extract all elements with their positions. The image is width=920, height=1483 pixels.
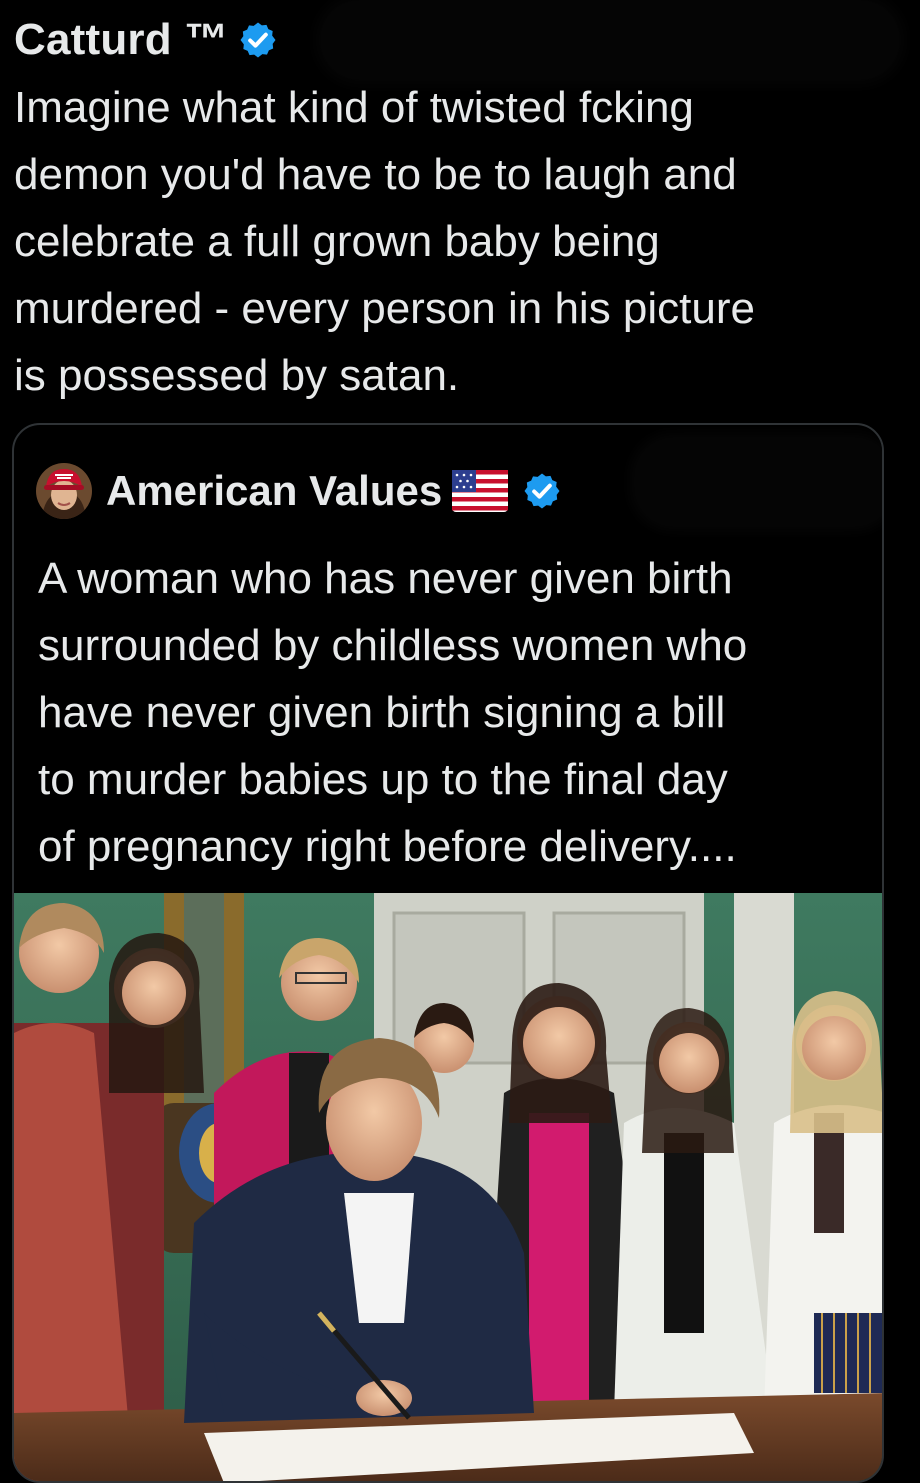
quoted-author-name[interactable]: American Values bbox=[106, 467, 442, 515]
redaction-mark bbox=[634, 437, 882, 527]
redaction-mark bbox=[320, 0, 900, 80]
avatar[interactable] bbox=[36, 463, 92, 519]
quoted-tweet-card[interactable]: American Values A woman who has never gi… bbox=[12, 423, 884, 1483]
quoted-tweet-text: A woman who has never given birth surrou… bbox=[38, 554, 748, 871]
quoted-tweet-author-row[interactable]: American Values bbox=[36, 461, 562, 521]
tweet-text: Imagine what kind of twisted fcking demo… bbox=[14, 83, 755, 400]
verified-badge-icon[interactable] bbox=[522, 471, 562, 511]
author-name[interactable]: Catturd ™ bbox=[14, 15, 228, 65]
tweet: Catturd ™ Imagine what kind of twisted f… bbox=[0, 0, 920, 1483]
verified-badge-icon[interactable] bbox=[238, 20, 278, 60]
quoted-tweet-photo[interactable] bbox=[14, 893, 882, 1481]
us-flag-icon bbox=[452, 470, 509, 512]
tweet-author-row[interactable]: Catturd ™ bbox=[14, 12, 278, 68]
